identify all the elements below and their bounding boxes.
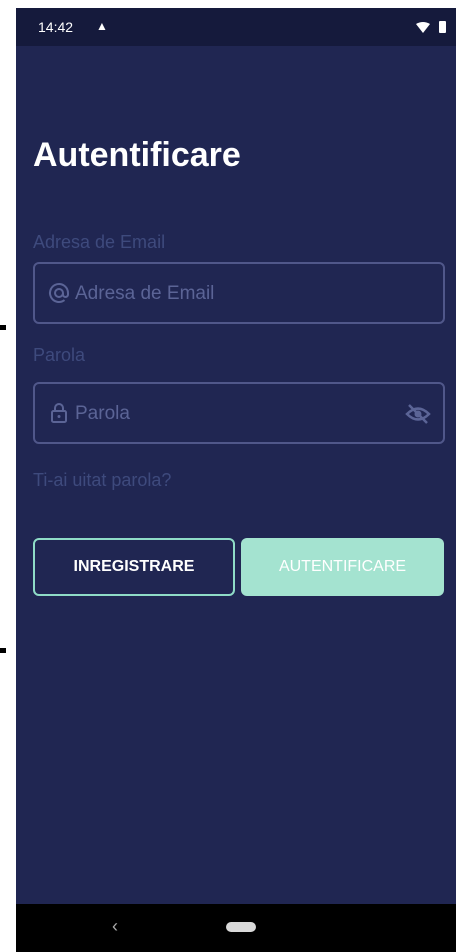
page-title: Autentificare <box>33 136 241 174</box>
download-notification-icon: ▲ <box>96 19 108 33</box>
password-placeholder: Parola <box>75 403 130 424</box>
forgot-password-link[interactable]: Ti-ai uitat parola? <box>33 470 171 491</box>
battery-icon <box>439 21 446 33</box>
email-label: Adresa de Email <box>33 232 166 252</box>
password-field[interactable]: Parola <box>33 382 445 444</box>
lock-icon <box>51 403 67 423</box>
nav-bar: ‹ <box>16 904 456 952</box>
at-icon <box>49 282 69 303</box>
edge-marker-bottom <box>0 648 6 653</box>
back-icon[interactable]: ‹ <box>112 916 118 937</box>
status-bar: 14:42 ▲ <box>16 8 456 46</box>
wifi-icon <box>416 22 430 33</box>
login-button[interactable]: AUTENTIFICARE <box>241 538 444 596</box>
app-screen: 14:42 ▲ Autentificare Adresa de Email Ad… <box>16 8 456 952</box>
status-time: 14:42 <box>38 19 74 35</box>
eye-off-icon[interactable] <box>405 402 431 426</box>
home-pill-icon[interactable] <box>226 922 256 932</box>
edge-marker-top <box>0 325 6 330</box>
register-button[interactable]: INREGISTRARE <box>33 538 235 596</box>
email-placeholder: Adresa de Email <box>75 283 215 304</box>
email-field[interactable]: Adresa de Email <box>33 262 445 324</box>
password-label: Parola <box>33 345 86 365</box>
